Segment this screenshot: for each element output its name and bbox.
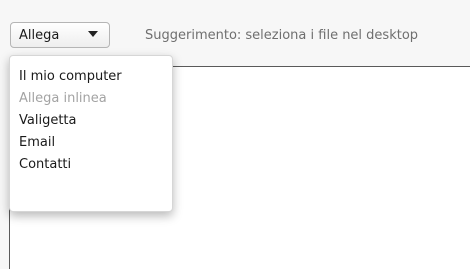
chevron-down-icon	[88, 31, 98, 37]
attach-button[interactable]: Allega	[10, 22, 110, 48]
attach-button-label: Allega	[19, 27, 60, 43]
menu-item-my-computer[interactable]: Il mio computer	[10, 66, 172, 88]
menu-item-attach-inline: Allega inlinea	[19, 91, 107, 106]
menu-item-email[interactable]: Email	[10, 132, 172, 154]
attach-dropdown-menu: Il mio computer Allega inlinea Valigetta…	[9, 55, 173, 212]
menu-item-briefcase[interactable]: Valigetta	[10, 110, 172, 132]
hint-text: Suggerimento: seleziona i file nel deskt…	[145, 28, 419, 43]
menu-item-contacts[interactable]: Contatti	[10, 154, 172, 176]
